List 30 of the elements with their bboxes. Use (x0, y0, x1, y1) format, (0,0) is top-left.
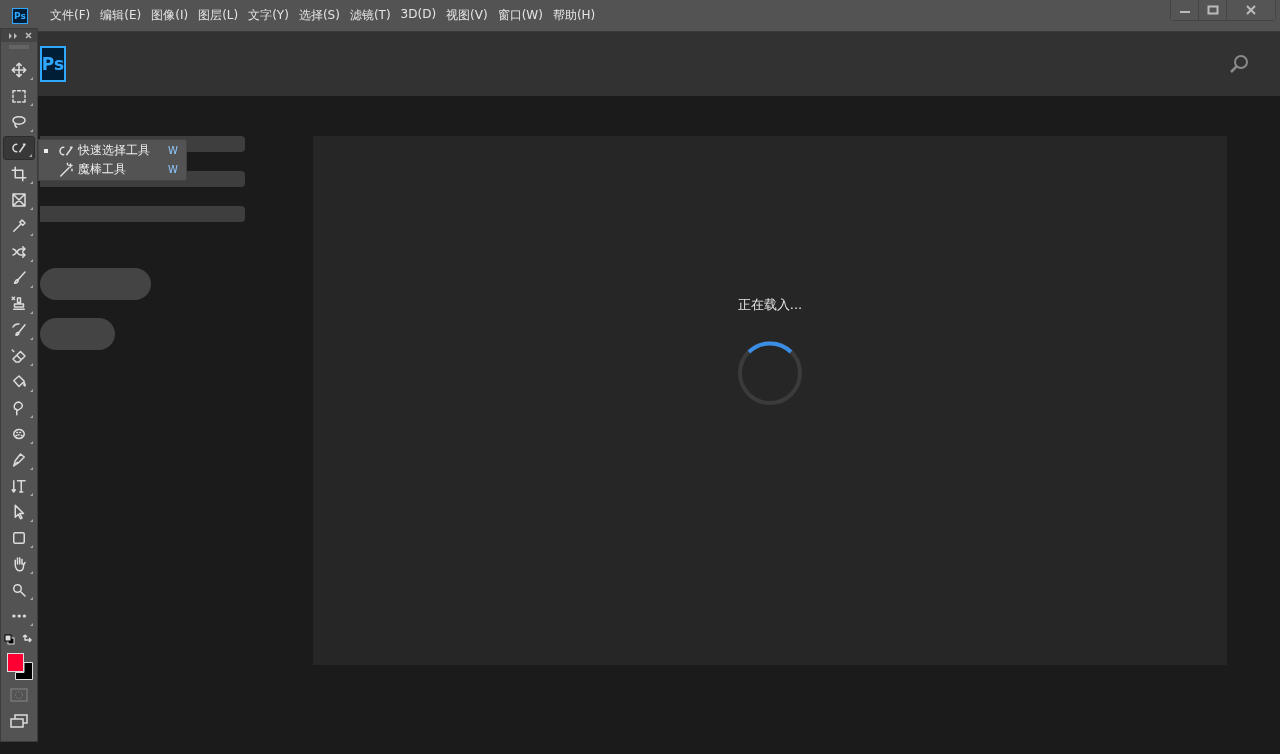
menu-item[interactable]: 3D(D) (400, 7, 437, 24)
magic-wand-icon (57, 160, 75, 179)
background-swatch[interactable] (15, 662, 33, 680)
home-logo: Ps (40, 46, 66, 82)
foreground-swatch[interactable] (7, 653, 24, 672)
menu-item[interactable]: 滤镜(T) (349, 7, 391, 24)
default-colors-icon[interactable] (4, 634, 34, 646)
loading-text: 正在载入... (737, 295, 803, 314)
menu-item[interactable]: 编辑(E) (100, 7, 142, 24)
menu-item[interactable]: 窗口(W) (497, 7, 543, 24)
menu-item[interactable]: 图像(I) (151, 7, 189, 24)
minimize-button[interactable] (1171, 0, 1199, 20)
close-icon (1245, 5, 1257, 15)
app-logo: Ps (12, 7, 28, 24)
menu-item[interactable]: 选择(S) (298, 7, 340, 24)
menu-item[interactable]: 图层(L) (198, 7, 239, 24)
quick-select-tool-icon[interactable] (3, 136, 35, 160)
shortcut-key: W (168, 164, 178, 175)
screen-mode-icon[interactable] (10, 714, 28, 728)
shortcut-key: W (168, 145, 178, 156)
tool-menu-item[interactable]: 快速选择工具 (78, 142, 150, 159)
search-icon[interactable] (1228, 53, 1250, 75)
maximize-icon (1206, 5, 1219, 15)
menu-item[interactable]: 文件(F) (50, 7, 91, 24)
menu-item[interactable]: 视图(V) (446, 7, 488, 24)
menu-item[interactable]: 文字(Y) (248, 7, 289, 24)
spinner-icon (737, 339, 803, 406)
tool-menu-item[interactable]: 魔棒工具 (78, 161, 126, 178)
menu-item[interactable]: 帮助(H) (552, 7, 596, 24)
close-icon[interactable] (25, 32, 32, 39)
